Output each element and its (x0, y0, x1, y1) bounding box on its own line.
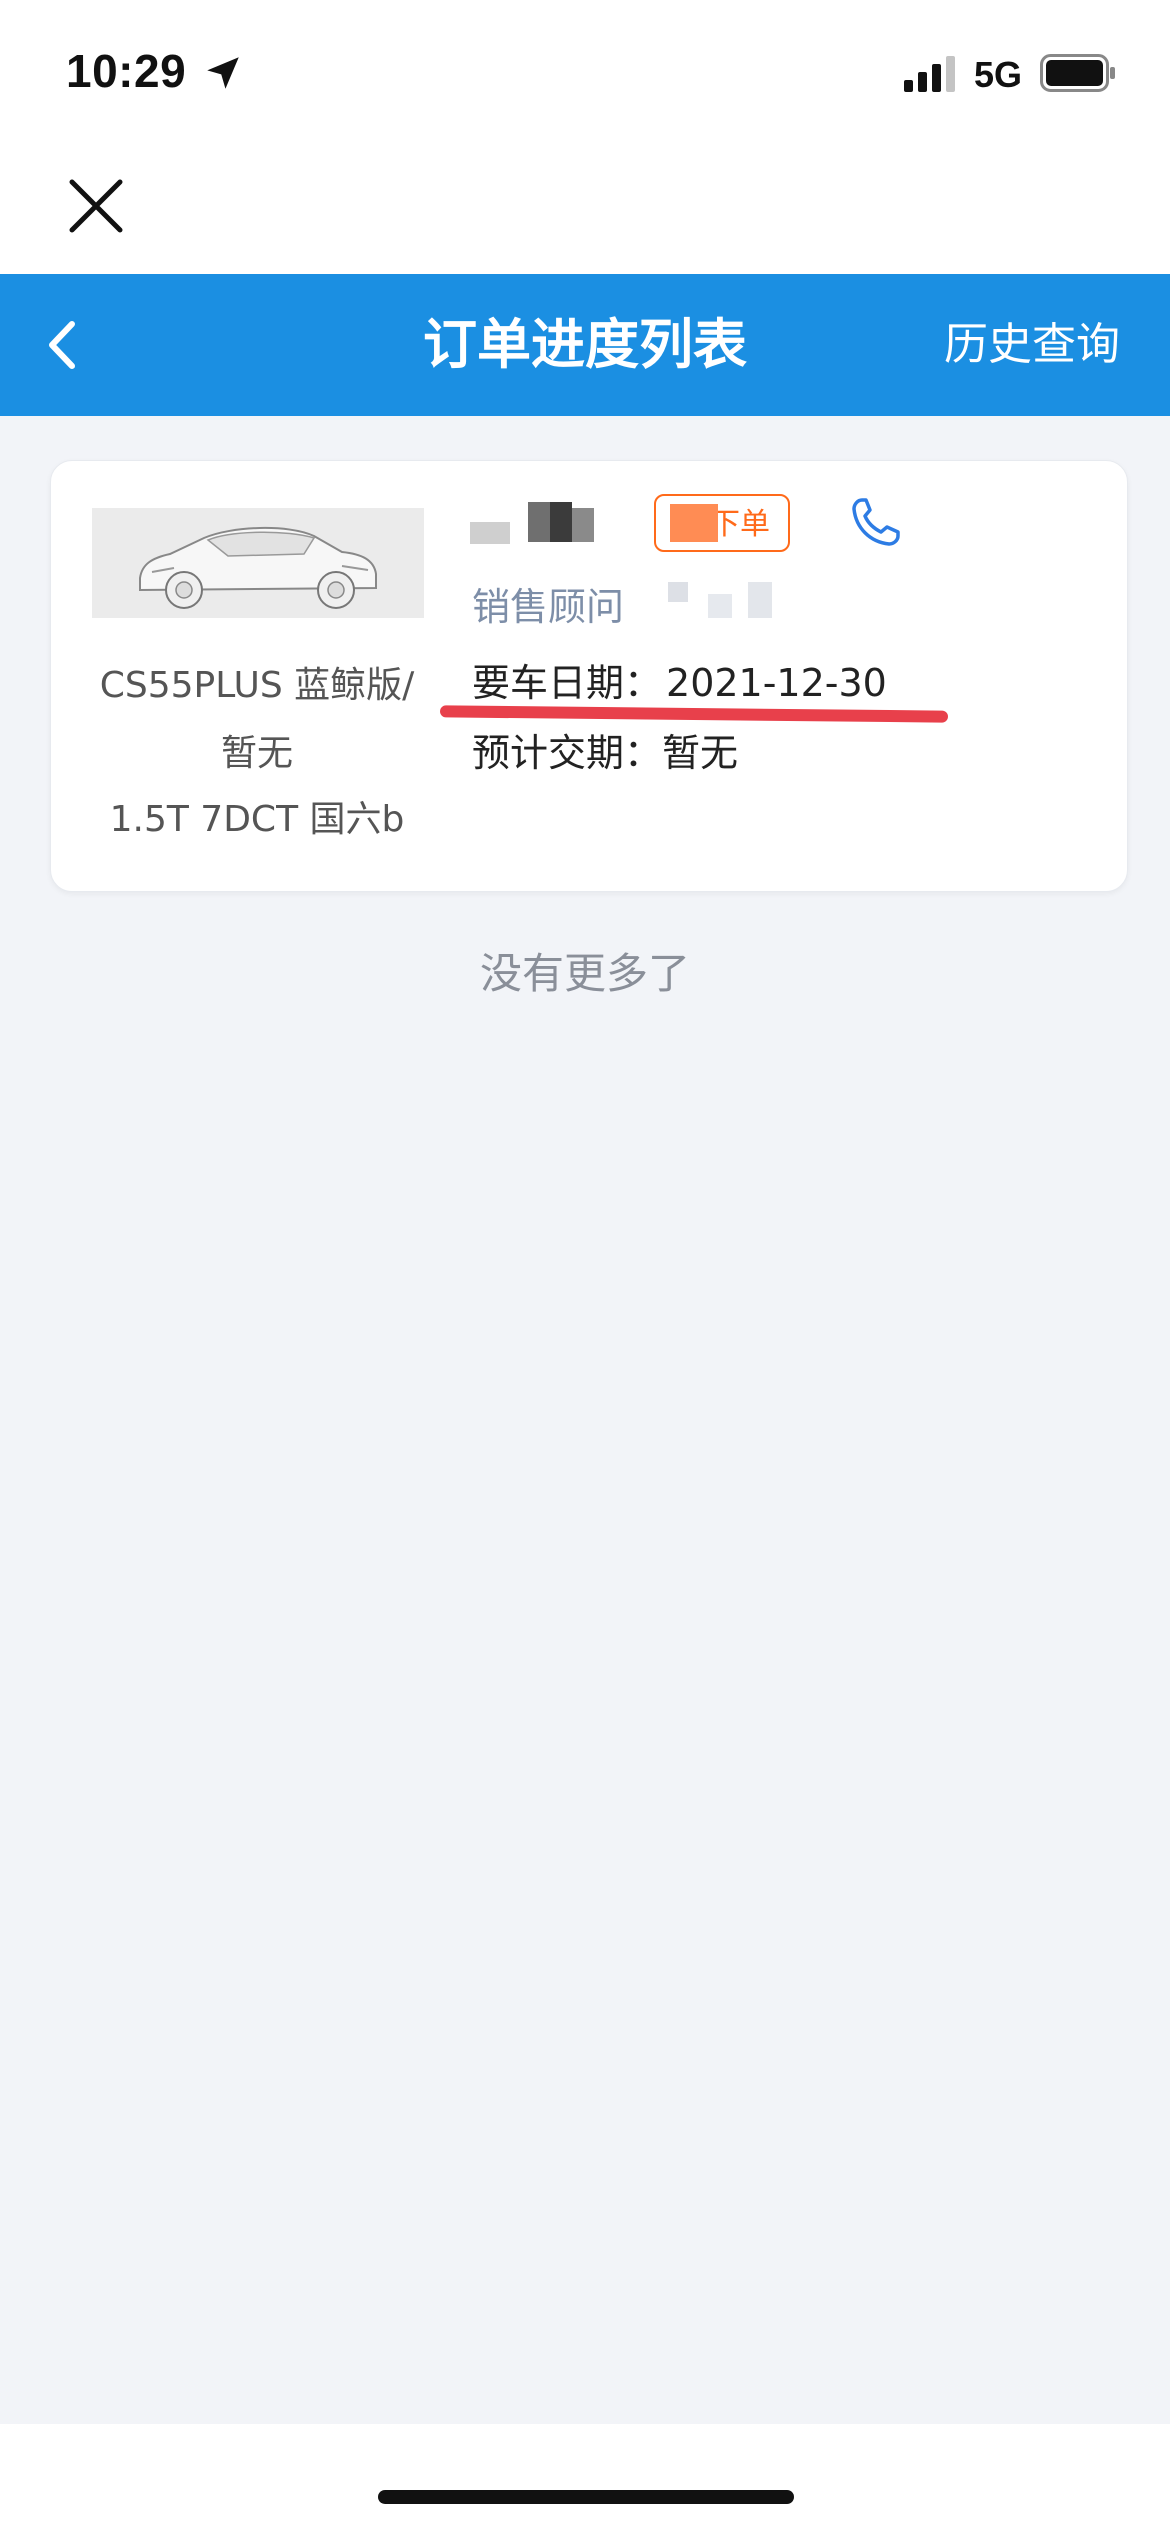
pickup-date-label: 要车日期： (472, 661, 663, 705)
delivery-date-row: 预计交期：暂无 (472, 722, 738, 777)
car-spec: 1.5T 7DCT 国六b (109, 799, 405, 840)
order-status-text: 下单 (710, 507, 770, 542)
order-status-badge: 下单 (654, 494, 790, 552)
redaction-block (670, 504, 718, 542)
customer-name-redacted (470, 498, 620, 548)
network-label: 5G (974, 54, 1023, 95)
redaction-block (708, 594, 732, 618)
location-arrow-icon (207, 57, 239, 89)
car-model-line2: 暂无 (220, 733, 293, 774)
pickup-date-value: 2021-12-30 (666, 661, 887, 705)
redaction-block (550, 502, 572, 542)
redaction-block (748, 582, 772, 618)
close-icon[interactable] (66, 176, 126, 236)
delivery-date-label: 预计交期： (472, 731, 663, 775)
battery-icon (1040, 54, 1115, 92)
signal-bars-icon (904, 56, 955, 92)
redaction-block (528, 502, 550, 542)
back-chevron-icon[interactable] (38, 310, 88, 380)
redaction-block (470, 522, 510, 544)
home-indicator[interactable] (378, 2490, 794, 2504)
home-indicator-area (0, 2424, 1170, 2532)
redaction-block (668, 582, 688, 602)
delivery-date-value: 暂无 (662, 731, 739, 775)
car-model-line1: CS55PLUS 蓝鲸版/ (99, 665, 415, 706)
car-model-name: CS55PLUS 蓝鲸版/ 暂无 (70, 652, 444, 788)
advisor-name-redacted (668, 580, 778, 620)
redaction-block (572, 508, 594, 542)
no-more-text: 没有更多了 (479, 949, 690, 998)
close-bar (0, 150, 1170, 274)
pickup-date-row: 要车日期： 2021-12-30 (472, 652, 887, 707)
car-thumbnail (92, 508, 424, 618)
status-time: 10:29 (66, 45, 187, 97)
sales-advisor-label: 销售顾问 (472, 585, 625, 629)
phone-icon[interactable] (846, 494, 904, 552)
history-query-link[interactable]: 历史查询 (944, 274, 1120, 416)
